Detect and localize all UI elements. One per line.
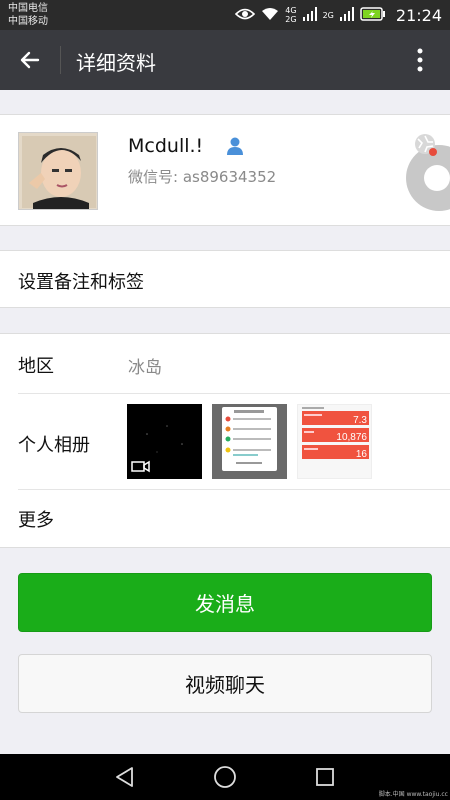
network-type-1: 4G 2G — [285, 6, 297, 24]
nickname-row: Mcdull.! — [128, 135, 245, 157]
nav-recents-button[interactable] — [310, 762, 340, 792]
more-options-button[interactable] — [400, 40, 440, 80]
more-label: 更多 — [18, 510, 54, 531]
send-message-button[interactable]: 发消息 — [18, 573, 432, 632]
back-button[interactable] — [10, 40, 50, 80]
app-bar: 详细资料 — [0, 30, 450, 90]
region-label: 地区 — [18, 356, 54, 377]
nickname: Mcdull.! — [128, 135, 204, 157]
wechat-id: 微信号: as89634352 — [128, 168, 277, 186]
system-nav-bar: 脚本.中国 www.taojiu.cc — [0, 754, 450, 800]
status-bar: 中国电信 中国移动 4G 2G 2G 21:24 — [0, 0, 450, 30]
stats-value-2: 10,876 — [336, 432, 367, 443]
signal-icon — [302, 6, 317, 25]
remark-and-tags-row[interactable]: 设置备注和标签 — [0, 250, 450, 308]
signal-icon — [339, 6, 354, 25]
nav-home-button[interactable] — [210, 762, 240, 792]
more-row[interactable]: 更多 — [0, 490, 450, 548]
stats-value-1: 7.3 — [353, 415, 367, 426]
contact-person-icon — [225, 136, 245, 156]
nav-back-button[interactable] — [110, 762, 140, 792]
shutter-badge-icon — [414, 133, 438, 157]
album-thumbnail-stats[interactable]: 7.3 10,876 16 — [297, 404, 372, 479]
square-recents-icon — [316, 768, 334, 786]
carrier-info: 中国电信 中国移动 — [8, 2, 48, 28]
album-thumbnail-video[interactable] — [127, 404, 202, 479]
back-arrow-icon — [20, 51, 40, 69]
region-value: 冰岛 — [128, 358, 162, 378]
album-thumbnail-screenshot[interactable] — [212, 404, 287, 479]
clock: 21:24 — [395, 5, 442, 25]
status-icons: 4G 2G 2G 21:24 — [235, 0, 442, 30]
profile-card: Mcdull.! 微信号: as89634352 — [0, 114, 450, 226]
stats-value-3: 16 — [356, 449, 368, 460]
video-chat-button[interactable]: 视频聊天 — [18, 654, 432, 713]
more-vertical-icon — [417, 48, 423, 72]
album-label: 个人相册 — [18, 435, 90, 456]
circle-home-icon — [214, 766, 236, 788]
triangle-back-icon — [116, 767, 133, 787]
network-type-2: 2G — [322, 10, 334, 20]
page-title: 详细资料 — [76, 51, 156, 75]
carrier-2: 中国移动 — [8, 16, 48, 27]
eye-icon — [235, 6, 256, 25]
wifi-icon — [261, 6, 279, 25]
battery-icon — [360, 6, 386, 25]
app-bar-divider — [60, 46, 61, 74]
carrier-1: 中国电信 — [8, 3, 48, 14]
watermark: 脚本.中国 www.taojiu.cc — [378, 791, 448, 798]
avatar[interactable] — [18, 132, 98, 210]
region-row: 地区 冰岛 — [0, 334, 450, 393]
remark-label: 设置备注和标签 — [18, 272, 144, 293]
album-thumbnails: 7.3 10,876 16 — [127, 404, 372, 479]
info-card: 地区 冰岛 个人相册 7.3 10,876 16 更多 — [0, 333, 450, 548]
